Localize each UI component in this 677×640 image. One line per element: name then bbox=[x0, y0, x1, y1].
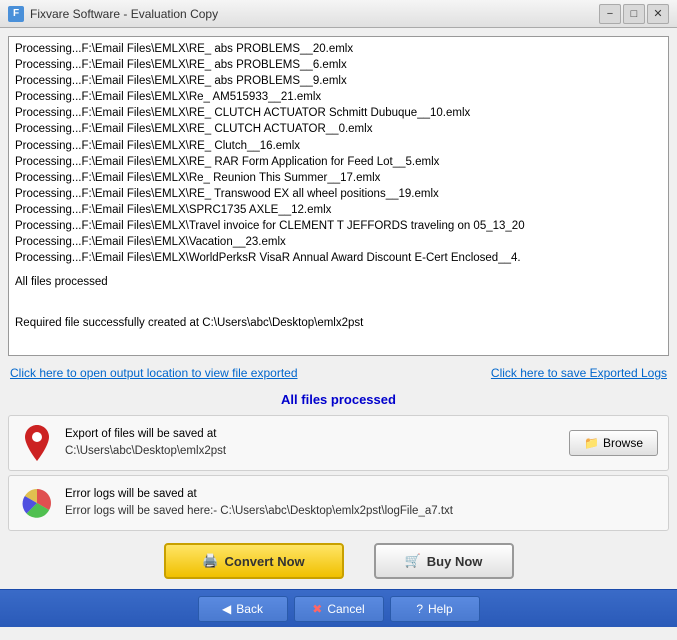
export-panel: Export of files will be saved at C:\User… bbox=[8, 415, 669, 471]
pie-chart-icon bbox=[19, 485, 55, 521]
error-path: Error logs will be saved here:- C:\Users… bbox=[65, 503, 658, 520]
success-message-line: Required file successfully created at C:… bbox=[15, 315, 662, 331]
save-logs-link[interactable]: Click here to save Exported Logs bbox=[491, 366, 667, 380]
browse-button[interactable]: 📁 Browse bbox=[569, 430, 658, 456]
app-icon: F bbox=[8, 6, 24, 22]
close-button[interactable]: ✕ bbox=[647, 4, 669, 24]
log-output-area[interactable]: Processing...F:\Email Files\EMLX\RE_ abs… bbox=[8, 36, 669, 356]
buy-label: Buy Now bbox=[427, 554, 483, 569]
export-pin-icon bbox=[19, 425, 55, 461]
cancel-label: Cancel bbox=[327, 602, 364, 616]
export-path: C:\Users\abc\Desktop\emlx2pst bbox=[65, 443, 559, 460]
log-line: Processing...F:\Email Files\EMLX\Vacatio… bbox=[15, 234, 662, 250]
view-file-link[interactable]: Click here to open output location to vi… bbox=[10, 366, 298, 380]
log-line: Processing...F:\Email Files\EMLX\RE_ abs… bbox=[15, 57, 662, 73]
log-line: Processing...F:\Email Files\EMLX\Re_ Reu… bbox=[15, 170, 662, 186]
convert-label: Convert Now bbox=[225, 554, 305, 569]
log-line: Processing...F:\Email Files\EMLX\RE_ CLU… bbox=[15, 121, 662, 137]
buy-now-button[interactable]: 🛒 Buy Now bbox=[374, 543, 514, 579]
convert-now-button[interactable]: 🖨️ Convert Now bbox=[164, 543, 344, 579]
links-row: Click here to open output location to vi… bbox=[8, 362, 669, 384]
all-files-processed-line: All files processed bbox=[15, 274, 662, 290]
title-bar: F Fixvare Software - Evaluation Copy − □… bbox=[0, 0, 677, 28]
info-panels: Export of files will be saved at C:\User… bbox=[8, 415, 669, 531]
buy-icon: 🛒 bbox=[405, 553, 421, 569]
maximize-button[interactable]: □ bbox=[623, 4, 645, 24]
convert-icon: 🖨️ bbox=[202, 553, 218, 569]
help-icon: ? bbox=[416, 602, 423, 616]
cancel-icon: ✖ bbox=[312, 602, 322, 616]
help-label: Help bbox=[428, 602, 453, 616]
log-line: Processing...F:\Email Files\EMLX\RE_ Clu… bbox=[15, 138, 662, 154]
minimize-button[interactable]: − bbox=[599, 4, 621, 24]
error-panel-text: Error logs will be saved at Error logs w… bbox=[65, 486, 658, 521]
window-controls: − □ ✕ bbox=[599, 4, 669, 24]
back-button[interactable]: ◀ Back bbox=[198, 596, 288, 622]
log-line: Processing...F:\Email Files\EMLX\RE_ RAR… bbox=[15, 154, 662, 170]
window-title: Fixvare Software - Evaluation Copy bbox=[30, 7, 599, 21]
log-line: Processing...F:\Email Files\EMLX\RE_ abs… bbox=[15, 41, 662, 57]
log-line: Processing...F:\Email Files\EMLX\Re_ AM5… bbox=[15, 89, 662, 105]
back-icon: ◀ bbox=[222, 602, 231, 616]
browse-icon: 📁 bbox=[584, 436, 599, 450]
log-line: Processing...F:\Email Files\EMLX\RE_ abs… bbox=[15, 73, 662, 89]
bottom-nav-bar: ◀ Back ✖ Cancel ? Help bbox=[0, 589, 677, 627]
status-message: All files processed bbox=[8, 390, 669, 409]
log-line: Processing...F:\Email Files\EMLX\RE_ CLU… bbox=[15, 105, 662, 121]
error-log-panel: Error logs will be saved at Error logs w… bbox=[8, 475, 669, 531]
log-line: Processing...F:\Email Files\EMLX\WorldPe… bbox=[15, 250, 662, 266]
help-button[interactable]: ? Help bbox=[390, 596, 480, 622]
cancel-button[interactable]: ✖ Cancel bbox=[294, 596, 384, 622]
back-label: Back bbox=[236, 602, 263, 616]
main-window: Processing...F:\Email Files\EMLX\RE_ abs… bbox=[0, 28, 677, 640]
action-buttons: 🖨️ Convert Now 🛒 Buy Now bbox=[8, 537, 669, 583]
browse-label: Browse bbox=[603, 436, 643, 450]
export-panel-text: Export of files will be saved at C:\User… bbox=[65, 426, 559, 461]
export-label: Export of files will be saved at bbox=[65, 426, 559, 443]
log-line: Processing...F:\Email Files\EMLX\Travel … bbox=[15, 218, 662, 234]
log-line: Processing...F:\Email Files\EMLX\SPRC173… bbox=[15, 202, 662, 218]
error-label: Error logs will be saved at bbox=[65, 486, 658, 503]
log-line: Processing...F:\Email Files\EMLX\RE_ Tra… bbox=[15, 186, 662, 202]
